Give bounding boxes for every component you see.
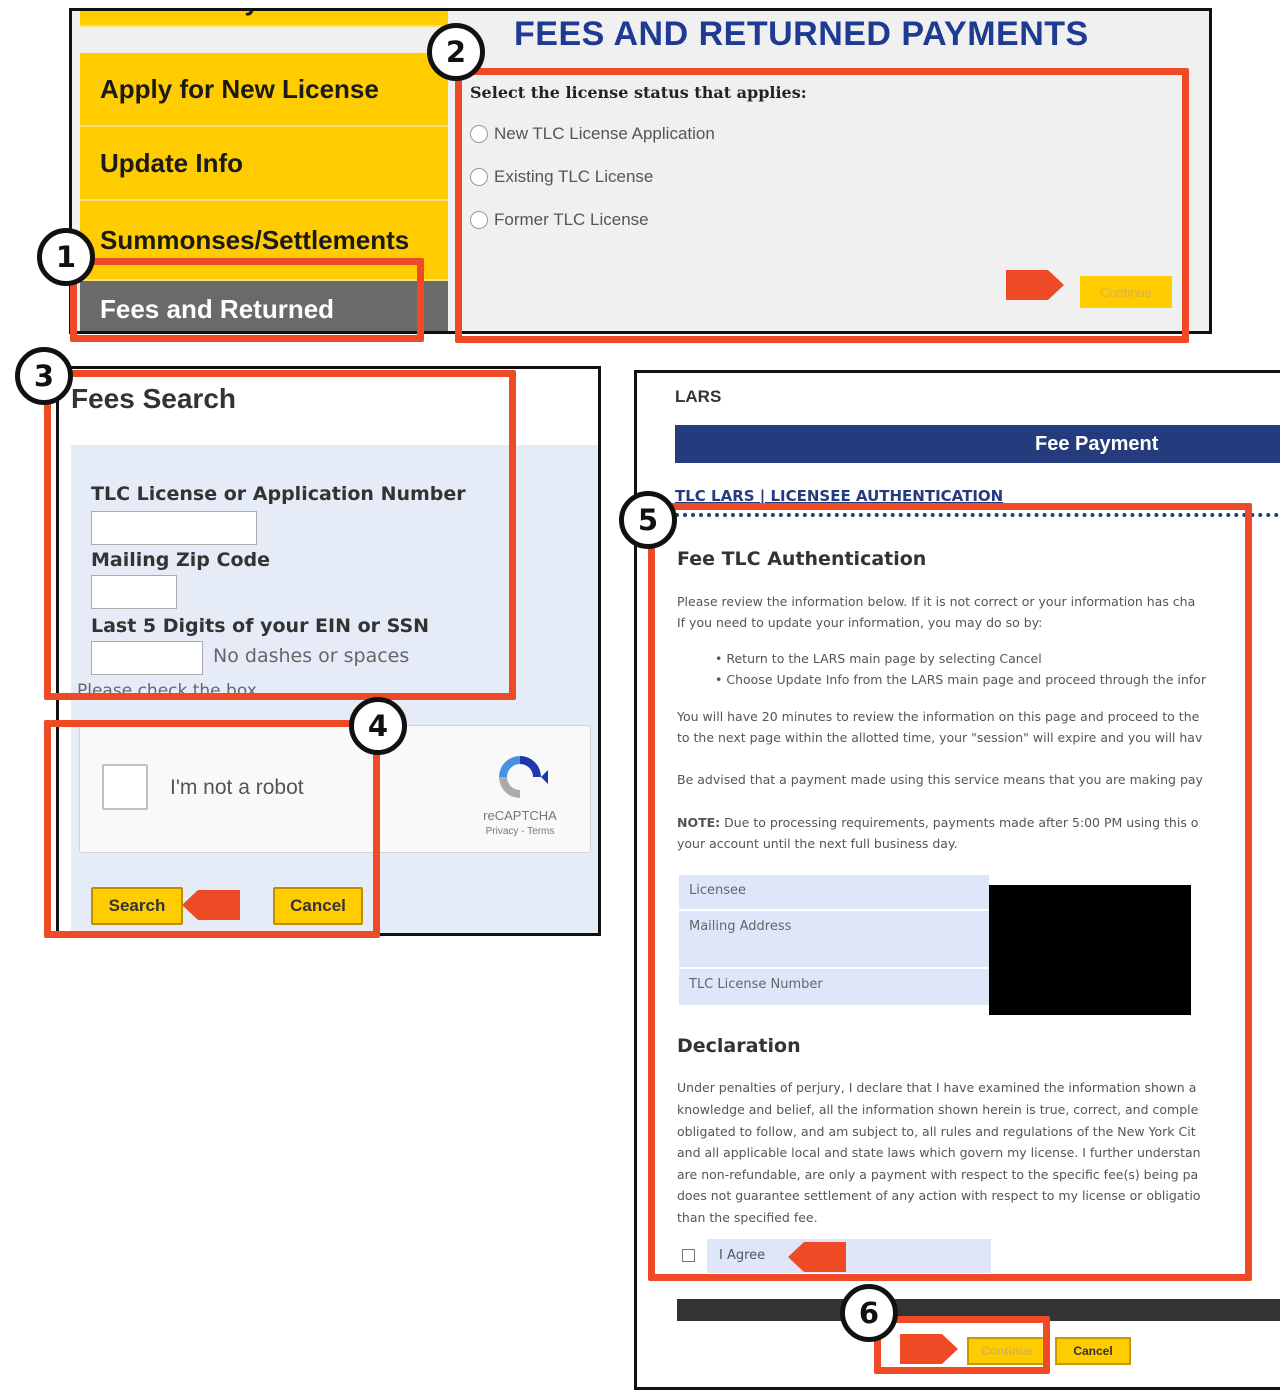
pointer-arrow-icon: [900, 1334, 958, 1364]
step-badge-4: 4: [349, 697, 407, 755]
page-title: FEES AND RETURNED PAYMENTS: [514, 15, 1089, 53]
menu-item-label: Update Info: [100, 147, 243, 178]
menu-item-label: Renewal Payment: [100, 11, 321, 17]
step-badge-5: 5: [619, 491, 677, 549]
menu-item-label: Summonses/Settlements: [100, 224, 410, 255]
fee-payment-header: Fee Payment: [675, 425, 1280, 463]
menu-item-update-info[interactable]: Update Info: [80, 127, 448, 201]
step-badge-2: 2: [427, 23, 485, 81]
recaptcha-logo-icon: [499, 756, 548, 798]
highlight-step-3: [44, 370, 516, 700]
pointer-arrow-icon: [788, 1242, 846, 1272]
highlight-step-5: [648, 503, 1252, 1281]
pointer-arrow-icon: [1006, 270, 1064, 300]
lars-label: LARS: [675, 387, 722, 406]
recaptcha-links[interactable]: Privacy - Terms: [460, 826, 580, 837]
step-badge-6: 6: [840, 1284, 898, 1342]
recaptcha-brand: reCAPTCHA: [483, 808, 557, 823]
menu-item-apply-new-license[interactable]: Apply for New License: [80, 53, 448, 127]
highlight-step-1: [70, 258, 424, 342]
menu-item-label: Apply for New License: [100, 73, 379, 104]
menu-item-renewal-payment[interactable]: Renewal Payment: [80, 11, 448, 27]
fee-payment-title: Fee Payment: [1035, 433, 1159, 455]
step-badge-3: 3: [15, 347, 73, 405]
step-badge-1: 1: [37, 228, 95, 286]
cancel-button[interactable]: Cancel: [1055, 1337, 1131, 1365]
pointer-arrow-icon: [182, 890, 240, 920]
highlight-step-2: [455, 68, 1189, 343]
